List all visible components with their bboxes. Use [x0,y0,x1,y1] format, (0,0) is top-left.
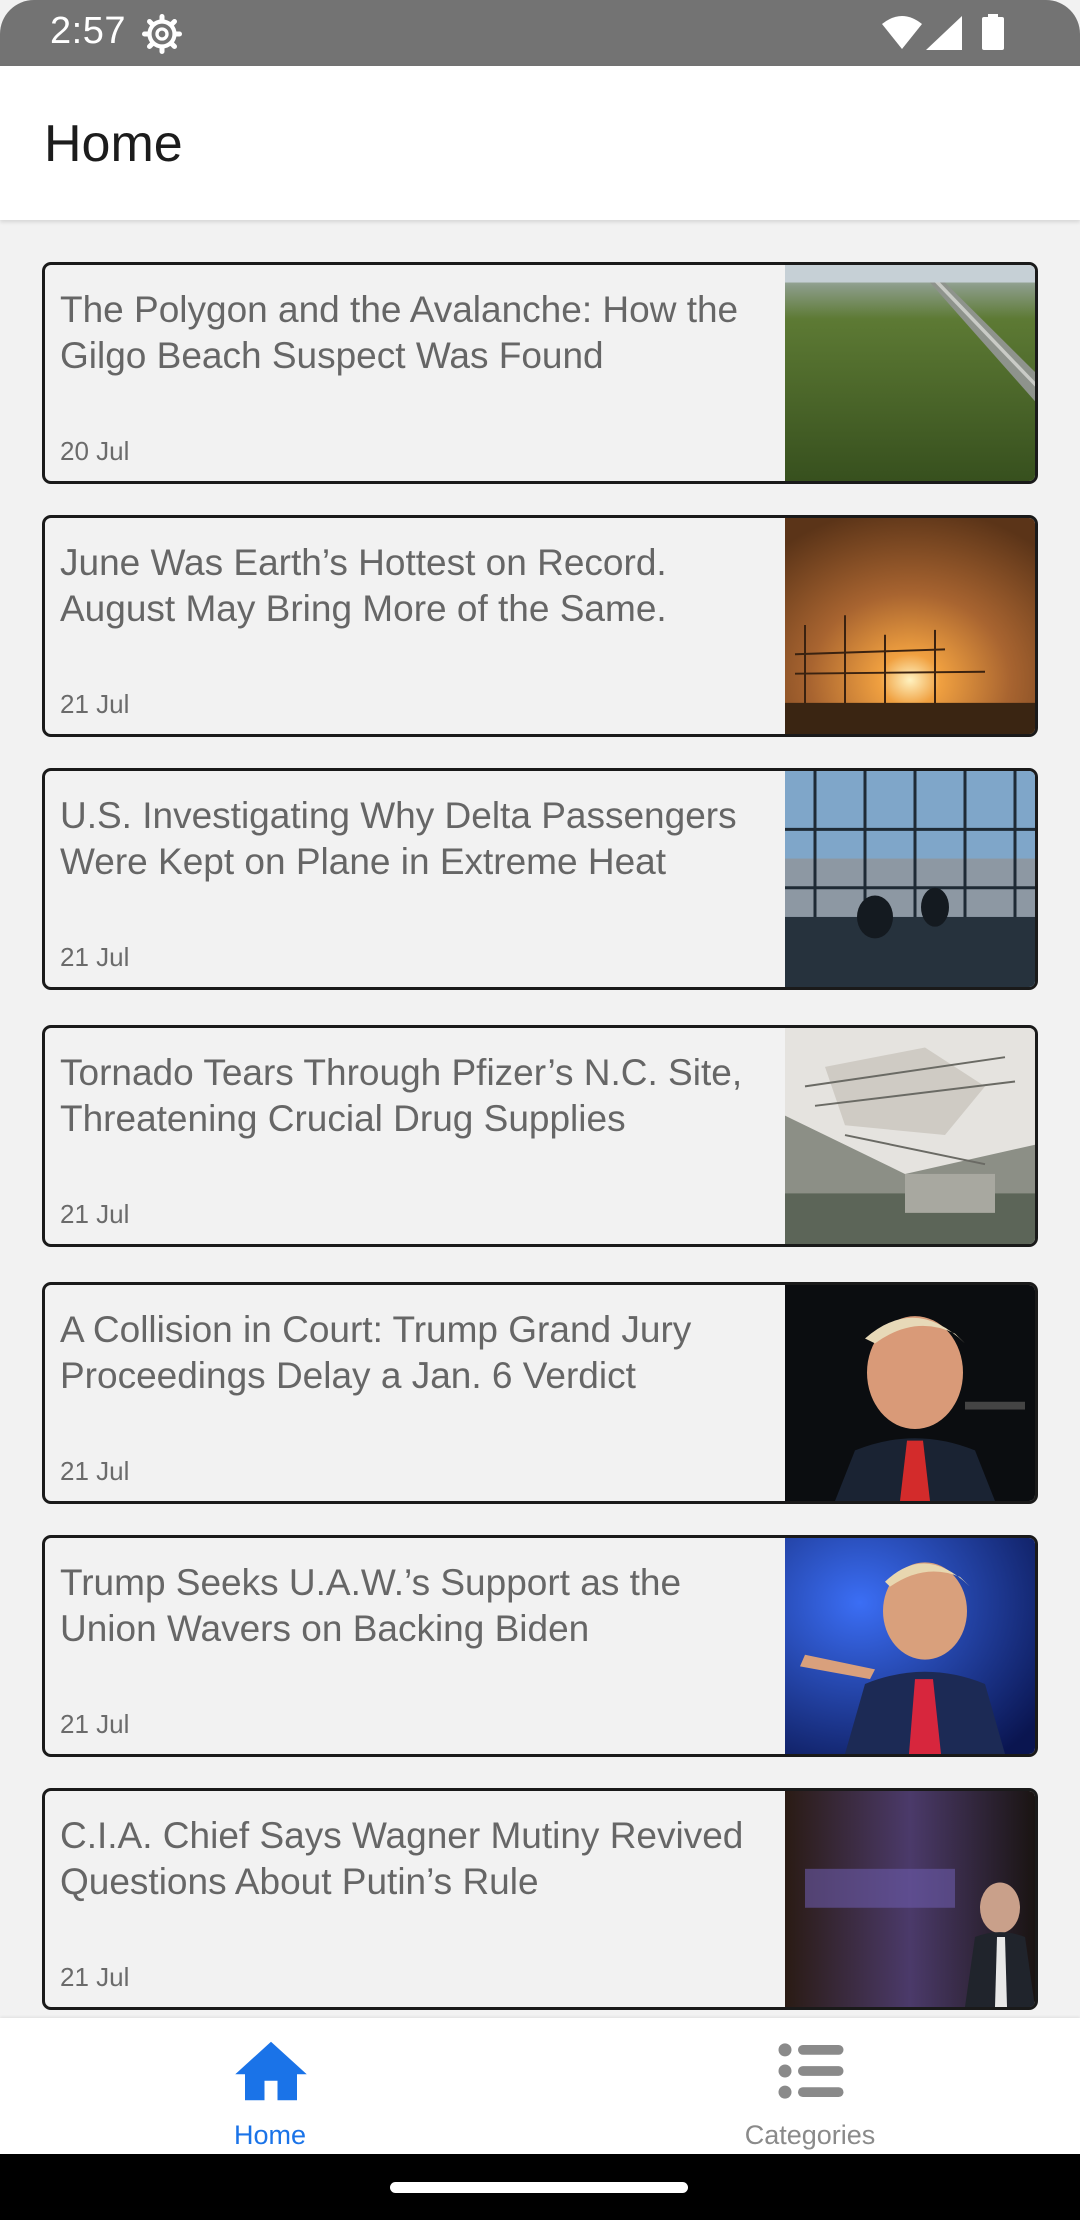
system-gesture-bar [0,2154,1080,2220]
article-card[interactable]: The Polygon and the Avalanche: How the G… [42,262,1038,484]
article-date: 21 Jul [60,1199,130,1229]
status-time: 2:57 [50,10,126,52]
article-card[interactable]: Tornado Tears Through Pfizer’s N.C. Site… [42,1025,1038,1247]
wifi-icon [882,16,922,49]
article-thumbnail [785,1791,1035,2007]
article-card[interactable]: A Collision in Court: Trump Grand Jury P… [42,1282,1038,1504]
app-bar: Home [0,66,1080,220]
nav-home[interactable]: Home [120,2018,420,2154]
list-icon [778,2043,844,2099]
nav-categories-label: Categories [744,2120,876,2150]
article-thumbnail [785,771,1035,987]
article-card[interactable]: C.I.A. Chief Says Wagner Mutiny Revived … [42,1788,1038,2010]
article-date: 21 Jul [60,1962,130,1992]
article-date: 21 Jul [60,942,130,972]
page-title: Home [44,115,183,173]
article-date: 20 Jul [60,436,130,466]
bottom-navigation: Home Categories [0,2018,1080,2154]
nav-home-label: Home [233,2120,307,2150]
article-list[interactable]: The Polygon and the Avalanche: How the G… [0,222,1080,2018]
article-thumbnail [785,1285,1035,1501]
article-date: 21 Jul [60,1456,130,1486]
article-card[interactable]: June Was Earth’s Hottest on Record. Augu… [42,515,1038,737]
article-title: A Collision in Court: Trump Grand Jury P… [60,1309,692,1396]
article-title: Trump Seeks U.A.W.’s Support as the Unio… [60,1562,682,1649]
article-thumbnail [785,518,1035,734]
battery-icon [982,14,1004,50]
article-title: U.S. Investigating Why Delta Passengers … [60,795,737,882]
article-title: C.I.A. Chief Says Wagner Mutiny Revived … [60,1815,744,1902]
article-thumbnail [785,1028,1035,1244]
article-title: June Was Earth’s Hottest on Record. Augu… [60,542,667,629]
gesture-handle[interactable] [390,2182,688,2193]
article-card[interactable]: U.S. Investigating Why Delta Passengers … [42,768,1038,990]
settings-gear-icon [142,14,182,54]
nav-categories[interactable]: Categories [660,2018,960,2154]
article-date: 21 Jul [60,689,130,719]
signal-icon [926,16,962,50]
status-bar: 2:57 [0,0,1080,66]
article-thumbnail [785,1538,1035,1754]
article-title: Tornado Tears Through Pfizer’s N.C. Site… [60,1052,743,1139]
article-thumbnail [785,265,1035,481]
article-title: The Polygon and the Avalanche: How the G… [60,289,739,376]
article-date: 21 Jul [60,1709,130,1739]
home-icon [235,2041,307,2101]
article-card[interactable]: Trump Seeks U.A.W.’s Support as the Unio… [42,1535,1038,1757]
